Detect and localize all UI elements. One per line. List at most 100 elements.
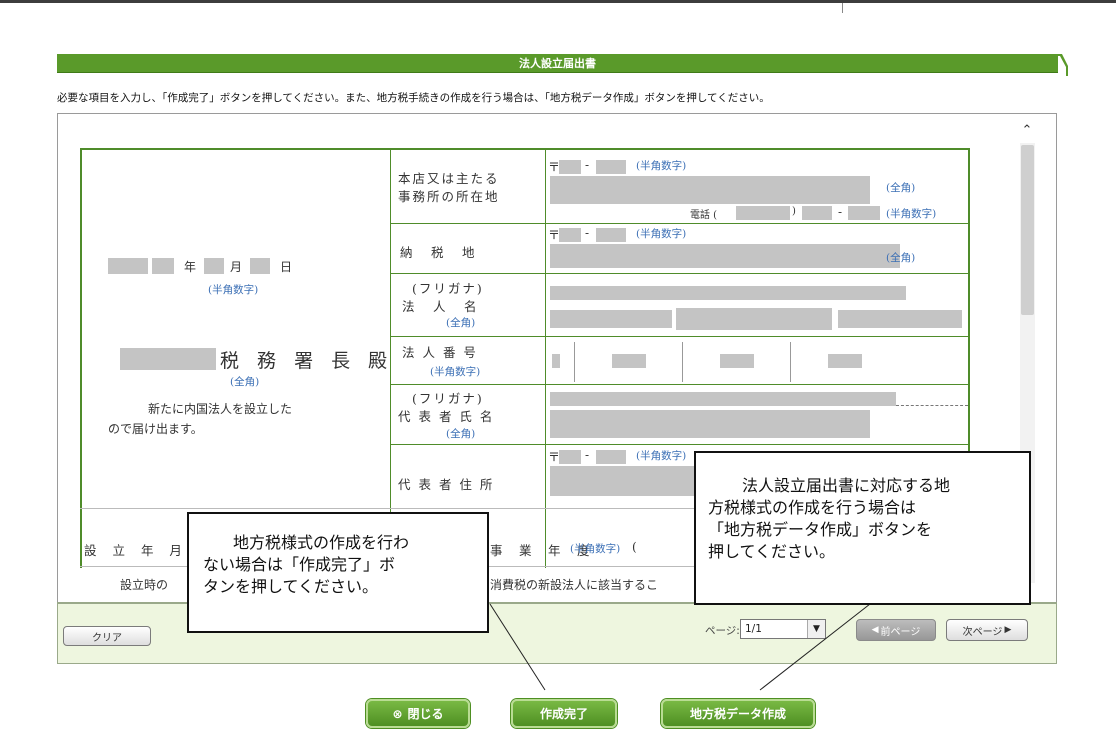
close-button[interactable]: ⊗ 閉じる (366, 699, 470, 728)
corp-number-hint: (半角数字) (430, 366, 481, 378)
corp-number-3[interactable] (720, 354, 754, 368)
address-hint: (全角) (886, 182, 916, 194)
page-select-value: 1/1 (745, 623, 762, 635)
day-field[interactable] (250, 258, 270, 274)
complete-button[interactable]: 作成完了 (511, 699, 617, 728)
phone-close: ) (792, 206, 796, 217)
callout-right-line: 「地方税データ作成」ボタンを (708, 520, 933, 539)
corp-name-hint: (全角) (446, 317, 476, 329)
row-line (390, 384, 968, 385)
corp-name-field-2[interactable] (676, 308, 832, 330)
corp-name-field-3[interactable] (838, 310, 962, 328)
rep-postal-hint: (半角数字) (636, 450, 687, 462)
title-corner (1058, 54, 1068, 76)
phone-local[interactable] (802, 206, 832, 220)
corp-kana-label: (フリガナ) (412, 281, 484, 296)
head-office-label-2: 事務所の所在地 (398, 189, 500, 204)
month-field[interactable] (204, 258, 224, 274)
month-label: 月 (230, 260, 243, 274)
next-icon: ▶ (1004, 625, 1012, 635)
rep-name-hint: (全角) (446, 428, 476, 440)
instruction-text: 必要な項目を入力し、「作成完了」ボタンを押してください。また、地方税手続きの作成… (57, 92, 770, 104)
row2-mid: 消費税の新設法人に該当するこ (490, 578, 659, 592)
scroll-up-icon[interactable]: ⌃ (1021, 124, 1033, 137)
callout-right-line: 法人設立届出書に対応する地 (742, 476, 951, 495)
clear-button[interactable]: クリア (63, 626, 151, 646)
corp-name-label: 法 人 名 (402, 299, 480, 314)
callout-right-line: 方税様式の作成を行う場合は (708, 498, 917, 517)
callout-right: 法人設立届出書に対応する地 方税様式の作成を行う場合は 「地方税データ作成」ボタ… (694, 451, 1031, 605)
callout-left: 地方税様式の作成を行わ ない場合は「作成完了」ボ タンを押してください。 (187, 512, 489, 633)
rep-address-label: 代 表 者 住 所 (398, 477, 495, 492)
tax-postal-hint: (半角数字) (636, 228, 687, 240)
tax-place-field[interactable] (550, 244, 900, 268)
callout-left-line: 地方税様式の作成を行わ (233, 533, 410, 552)
phone-hint: (半角数字) (886, 208, 937, 220)
tax-place-label: 納 税 地 (400, 245, 478, 260)
page-select[interactable]: 1/1 ▼ (740, 619, 826, 639)
local-tax-data-button[interactable]: 地方税データ作成 (661, 699, 815, 728)
phone-area[interactable] (736, 206, 790, 220)
date-hint: (半角数字) (208, 284, 259, 296)
dashed-line (896, 405, 968, 406)
phone-number[interactable] (848, 206, 880, 220)
top-tick (842, 3, 843, 13)
rep-kana-field[interactable] (550, 392, 896, 406)
establishment-date-label: 設 立 年 月 (84, 543, 188, 558)
postal-hint: (半角数字) (636, 160, 687, 172)
rep-kana-label: (フリガナ) (412, 391, 484, 406)
corp-kana-field[interactable] (550, 286, 906, 300)
tax-postal-dash: - (585, 226, 590, 240)
scrollbar-thumb[interactable] (1021, 145, 1034, 315)
form-divider-mid (545, 148, 546, 568)
rep-name-field[interactable] (550, 410, 870, 438)
tax-office-field[interactable] (120, 348, 216, 370)
postal-dash: - (585, 158, 590, 172)
rep-postal-1[interactable] (559, 450, 581, 464)
head-office-label-1: 本店又は主たる (398, 171, 500, 186)
prev-page-label: 前ページ (880, 626, 921, 638)
top-border (0, 0, 1116, 3)
prev-icon: ◀ (871, 625, 879, 635)
tax-place-hint: (全角) (886, 252, 916, 264)
tax-postal-1[interactable] (559, 228, 581, 242)
callout-right-line: 押してください。 (708, 542, 836, 561)
era-field[interactable] (108, 258, 148, 274)
phone-dash: - (838, 205, 843, 219)
postal-code-2[interactable] (596, 160, 626, 174)
row-line (390, 336, 968, 337)
corp-number-1[interactable] (552, 354, 560, 368)
tax-postal-2[interactable] (596, 228, 626, 242)
number-sep (790, 342, 791, 382)
row-line (390, 273, 968, 274)
notice-line-1: 新たに内国法人を設立した (148, 402, 293, 416)
rep-address-field[interactable] (550, 466, 700, 496)
rep-postal-dash: - (585, 448, 590, 462)
fiscal-year-hint: (半角数字) (570, 543, 621, 555)
page-title: 法人設立届出書 (57, 54, 1058, 73)
fiscal-year-paren: ( (632, 540, 637, 554)
rep-name-label: 代 表 者 氏 名 (398, 409, 495, 424)
year-label: 年 (184, 260, 197, 274)
prev-page-button[interactable]: ◀ 前ページ (856, 619, 936, 641)
tax-office-suffix: 税 務 署 長 殿 (220, 350, 394, 372)
postal-code-1[interactable] (559, 160, 581, 174)
day-label: 日 (280, 260, 293, 274)
next-page-button[interactable]: 次ページ ▶ (946, 619, 1028, 641)
corp-number-2[interactable] (612, 354, 646, 368)
next-page-label: 次ページ (962, 626, 1003, 638)
close-button-label: 閉じる (407, 707, 444, 721)
notice-line-2: ので届け出ます。 (108, 422, 203, 436)
callout-left-line: ない場合は「作成完了」ボ (203, 555, 396, 574)
year-field[interactable] (152, 258, 174, 274)
rep-postal-2[interactable] (596, 450, 626, 464)
chevron-down-icon[interactable]: ▼ (807, 620, 825, 638)
corp-number-label: 法 人 番 号 (402, 345, 478, 360)
phone-label: 電話 ( (690, 210, 718, 221)
corp-number-4[interactable] (828, 354, 862, 368)
row-line (390, 223, 968, 224)
address-field[interactable] (550, 176, 870, 204)
close-icon: ⊗ (392, 706, 403, 721)
corp-name-field-1[interactable] (550, 310, 672, 328)
callout-left-line: タンを押してください。 (203, 577, 379, 596)
